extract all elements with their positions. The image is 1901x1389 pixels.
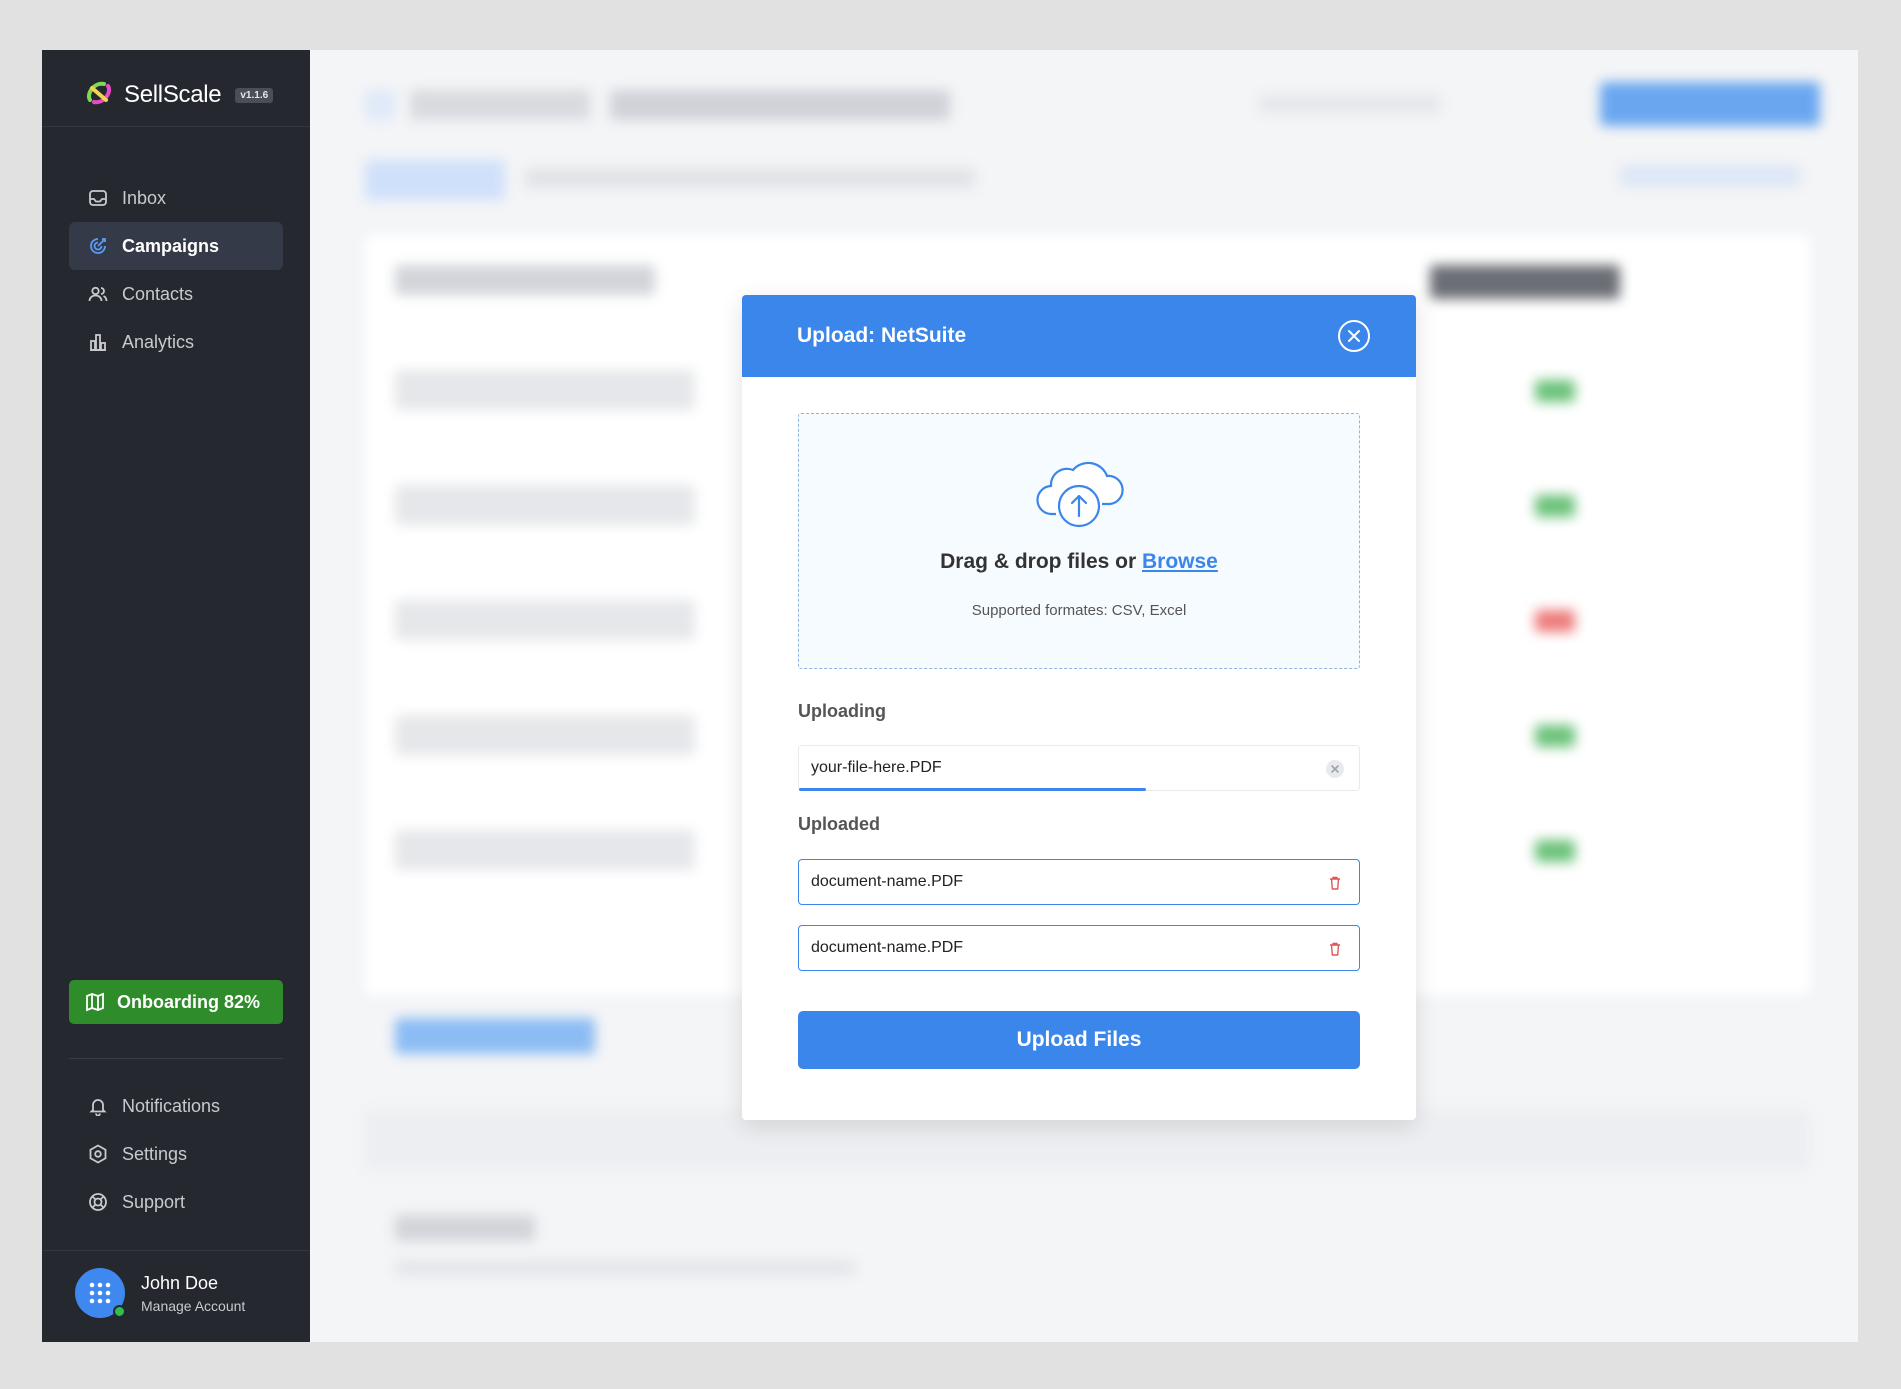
onboarding-button[interactable]: Onboarding 82% xyxy=(69,980,283,1024)
gear-icon xyxy=(88,1144,108,1164)
upload-modal: Upload: NetSuite Drag & drop files or Br… xyxy=(742,295,1416,1120)
trash-icon xyxy=(1330,876,1340,890)
sidebar-item-label: Analytics xyxy=(122,331,195,352)
onboarding-label: Onboarding 82% xyxy=(117,991,261,1012)
sidebar-item-contacts[interactable]: Contacts xyxy=(69,270,283,318)
browse-link[interactable]: Browse xyxy=(1142,550,1218,573)
sidebar-item-campaigns[interactable]: Campaigns xyxy=(69,222,283,270)
target-icon xyxy=(88,236,108,256)
close-button[interactable] xyxy=(1338,320,1370,352)
inbox-icon xyxy=(88,188,108,208)
delete-file-button[interactable] xyxy=(1325,873,1345,893)
file-name: document-name.PDF xyxy=(811,873,964,890)
dropzone-prompt: Drag & drop files or xyxy=(940,550,1142,573)
bar-chart-icon xyxy=(88,332,108,352)
app-window: SellScale v1.1.6 Inbox Campaigns Contact… xyxy=(42,50,1858,1342)
user-name: John Doe xyxy=(141,1272,219,1293)
sidebar-item-inbox[interactable]: Inbox xyxy=(69,174,283,222)
users-icon xyxy=(88,284,108,304)
manage-account-link[interactable]: Manage Account xyxy=(141,1298,245,1314)
bell-icon xyxy=(88,1096,108,1116)
sidebar-item-notifications[interactable]: Notifications xyxy=(69,1082,283,1130)
upload-progress-fill xyxy=(799,788,1147,791)
sidebar: SellScale v1.1.6 Inbox Campaigns Contact… xyxy=(42,50,310,1342)
uploaded-heading: Uploaded xyxy=(798,814,881,834)
cancel-upload-button[interactable] xyxy=(1325,759,1345,779)
avatar xyxy=(75,1268,126,1318)
file-dropzone[interactable]: Drag & drop files or Browse Supported fo… xyxy=(798,413,1360,669)
file-name: your-file-here.PDF xyxy=(811,759,942,776)
sidebar-item-support[interactable]: Support xyxy=(69,1178,283,1226)
lifebuoy-icon xyxy=(88,1192,108,1212)
uploading-file-row: your-file-here.PDF xyxy=(798,745,1360,791)
close-icon xyxy=(1348,330,1360,342)
modal-header: Upload: NetSuite xyxy=(742,295,1416,377)
divider xyxy=(69,1058,283,1059)
sidebar-item-settings[interactable]: Settings xyxy=(69,1130,283,1178)
sidebar-item-label: Settings xyxy=(122,1143,188,1164)
dots-grid-icon xyxy=(89,1282,111,1304)
sidebar-item-label: Campaigns xyxy=(122,235,220,256)
sidebar-item-analytics[interactable]: Analytics xyxy=(69,318,283,366)
upload-files-button[interactable]: Upload Files xyxy=(798,1011,1360,1069)
file-name: document-name.PDF xyxy=(811,939,964,956)
modal-title: Upload: NetSuite xyxy=(797,324,967,347)
sidebar-item-label: Inbox xyxy=(122,187,167,208)
divider xyxy=(42,1250,310,1251)
main-nav: Inbox Campaigns Contacts Analytics xyxy=(69,174,283,366)
uploaded-file-row: document-name.PDF xyxy=(798,925,1360,971)
supported-formats: Supported formates: CSV, Excel xyxy=(971,602,1187,619)
cancel-circle-icon xyxy=(1326,760,1344,778)
delete-file-button[interactable] xyxy=(1325,939,1345,959)
sidebar-item-label: Support xyxy=(122,1191,186,1212)
cloud-upload-icon xyxy=(1034,452,1124,537)
dropzone-text: Drag & drop files or Browse xyxy=(799,550,1359,574)
upload-progress-bar xyxy=(799,788,1359,791)
sidebar-item-label: Notifications xyxy=(122,1095,221,1116)
user-account[interactable]: John Doe Manage Account xyxy=(75,1268,245,1318)
version-badge: v1.1.6 xyxy=(235,87,274,103)
map-icon xyxy=(85,992,105,1012)
divider xyxy=(42,126,310,127)
online-status-indicator xyxy=(113,1305,126,1318)
uploading-heading: Uploading xyxy=(798,701,886,721)
sidebar-item-label: Contacts xyxy=(122,283,194,304)
uploaded-file-row: document-name.PDF xyxy=(798,859,1360,905)
brand[interactable]: SellScale v1.1.6 xyxy=(82,72,274,118)
sellscale-logo-icon xyxy=(82,76,116,115)
secondary-nav: Notifications Settings Support xyxy=(69,1082,283,1226)
trash-icon xyxy=(1330,942,1340,956)
brand-name: SellScale xyxy=(124,81,222,108)
